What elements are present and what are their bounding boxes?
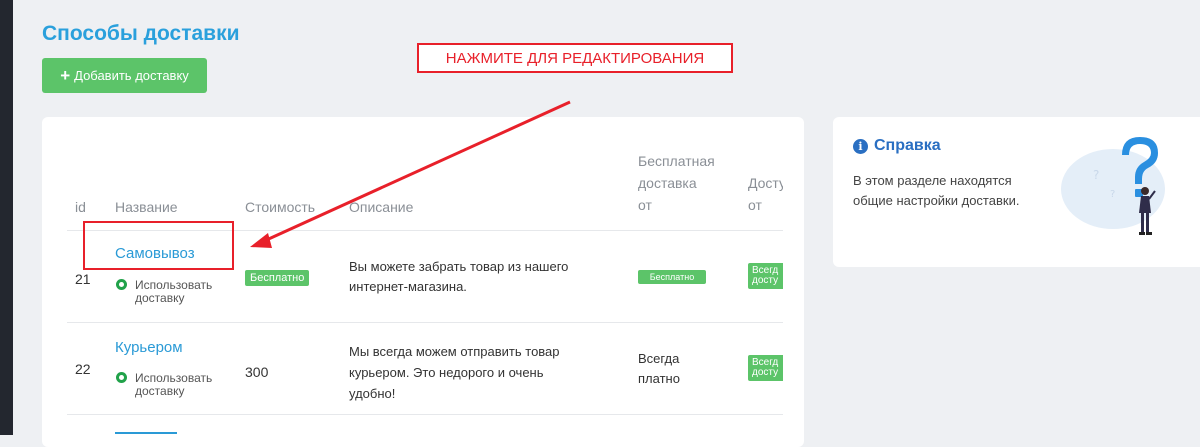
help-card: i Справка В этом разделе находятся общие… [833,117,1200,267]
svg-text:?: ? [1093,168,1099,182]
arrow-head [250,233,272,248]
info-icon: i [853,138,868,154]
arrow-shaft [261,100,571,244]
svg-text:?: ? [1110,189,1115,200]
help-question-illustration-icon: ? ? [1061,137,1165,235]
help-title: i Справка [853,137,941,155]
help-text: В этом разделе находятся общие настройки… [853,173,1020,208]
